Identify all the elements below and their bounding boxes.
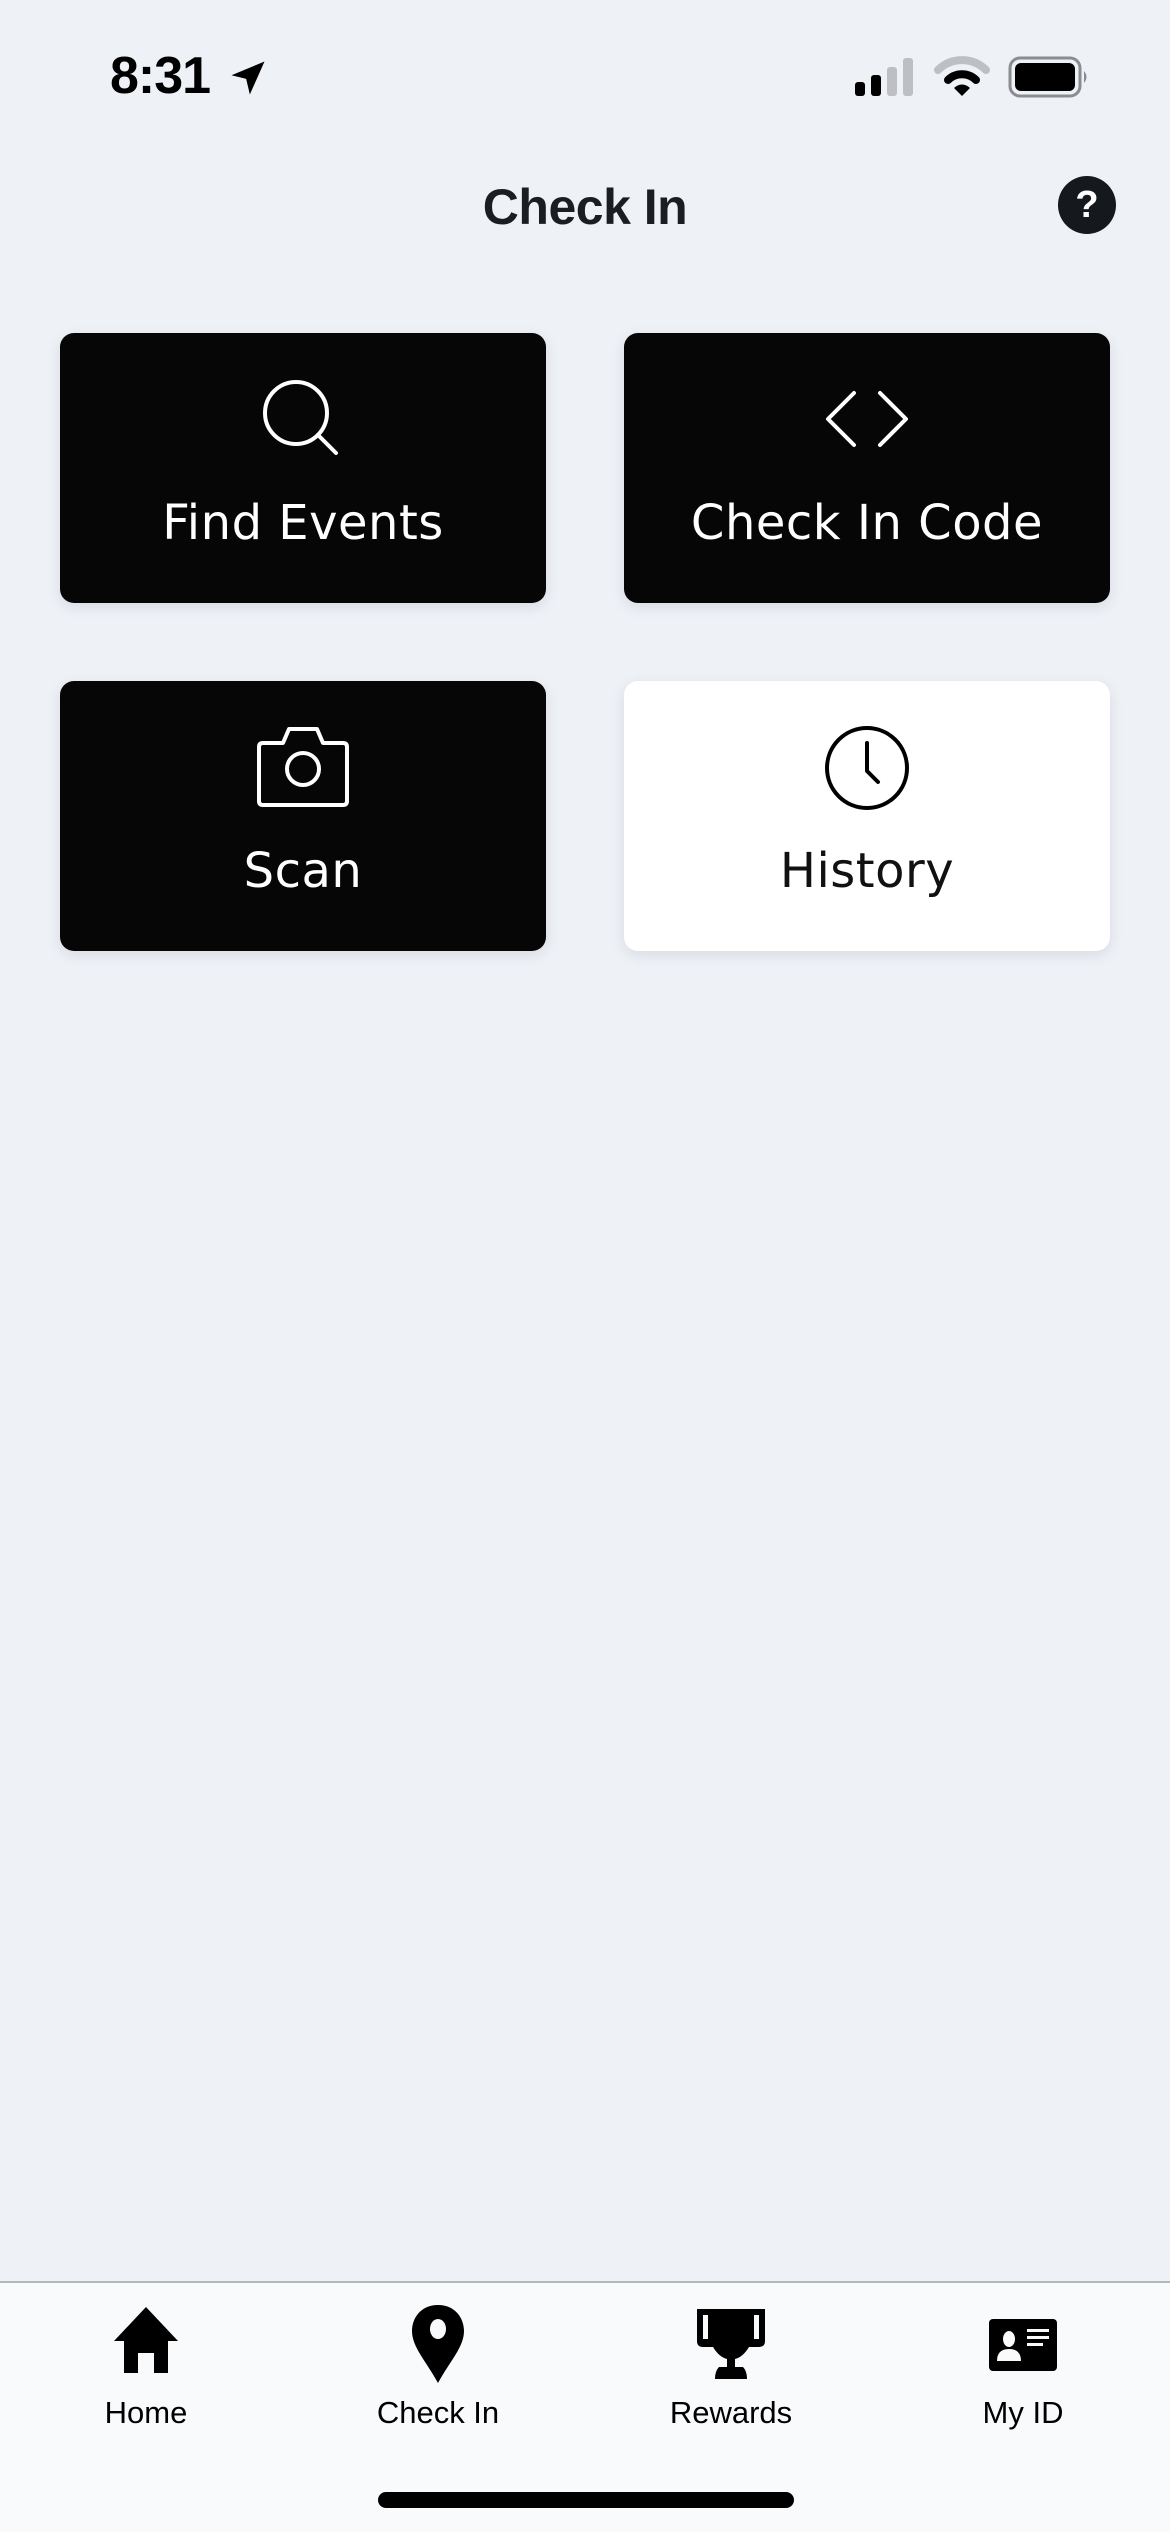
id-card-icon xyxy=(985,2301,1061,2386)
nav-header: Check In xyxy=(0,170,1170,250)
trophy-icon xyxy=(691,2301,771,2390)
search-icon xyxy=(258,375,348,470)
tab-rewards-label: Rewards xyxy=(669,2395,793,2430)
tab-rewards[interactable]: Rewards xyxy=(585,2283,877,2433)
scan-label: Scan xyxy=(243,843,363,899)
signal-icon xyxy=(855,58,917,101)
code-brackets-icon xyxy=(822,375,912,470)
tab-my-id-label: My ID xyxy=(982,2395,1064,2430)
tab-my-id[interactable]: My ID xyxy=(877,2283,1169,2433)
check-in-code-button[interactable]: Check In Code xyxy=(624,333,1110,603)
help-button[interactable]: ? xyxy=(1058,176,1116,234)
map-pin-icon xyxy=(406,2301,470,2390)
tab-home[interactable]: Home xyxy=(0,2283,292,2433)
tab-check-in-label: Check In xyxy=(376,2395,500,2430)
check-in-code-label: Check In Code xyxy=(690,495,1044,551)
page-title: Check In xyxy=(482,179,688,235)
home-icon xyxy=(106,2301,186,2386)
location-arrow-icon xyxy=(226,56,270,105)
clock-icon xyxy=(822,723,912,818)
home-indicator[interactable] xyxy=(378,2492,794,2508)
help-icon: ? xyxy=(1075,183,1099,226)
camera-icon xyxy=(255,723,351,818)
tab-home-label: Home xyxy=(104,2395,188,2430)
status-time: 8:31 xyxy=(110,47,211,105)
find-events-button[interactable]: Find Events xyxy=(60,333,546,603)
find-events-label: Find Events xyxy=(162,495,444,551)
history-label: History xyxy=(779,843,955,899)
battery-full-icon xyxy=(1008,56,1090,103)
tab-check-in[interactable]: Check In xyxy=(292,2283,584,2433)
scan-button[interactable]: Scan xyxy=(60,681,546,951)
wifi-icon xyxy=(934,56,990,103)
history-button[interactable]: History xyxy=(624,681,1110,951)
status-bar: 8:31 xyxy=(0,0,1170,150)
